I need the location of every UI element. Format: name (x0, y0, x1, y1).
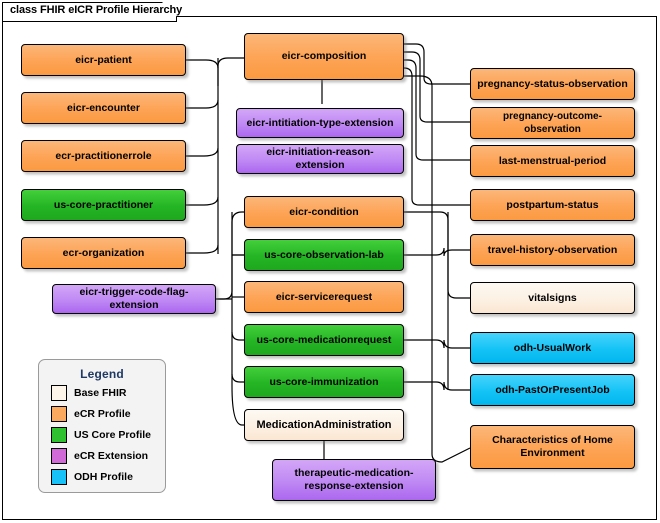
node-medicationadministration[interactable]: MedicationAdministration (244, 409, 404, 441)
node-label: ecr-organization (62, 246, 145, 259)
node-eicr-servicerequest[interactable]: eicr-servicerequest (244, 281, 404, 313)
legend-swatch-ecr-extension (51, 448, 67, 464)
node-characteristics-of-home-environment[interactable]: Characteristics of Home Environment (470, 425, 635, 469)
diagram-title: class FHIR eICR Profile Hierarchy (10, 4, 183, 16)
node-label: eicr-condition (289, 205, 359, 218)
node-label: pregnancy-status-observation (477, 77, 628, 90)
node-ecr-practitionerrole[interactable]: ecr-practitionerrole (21, 140, 186, 172)
legend-item-ecr-profile: eCR Profile (51, 405, 165, 423)
node-label: postpartum-status (506, 198, 599, 211)
node-travel-history-observation[interactable]: travel-history-observation (470, 234, 635, 266)
legend-item-odh-profile: ODH Profile (51, 468, 165, 486)
node-label: Characteristics of Home Environment (492, 434, 613, 459)
node-eicr-intitiation-type-extension[interactable]: eicr-intitiation-type-extension (236, 108, 404, 138)
node-label: travel-history-observation (487, 243, 618, 256)
legend-swatch-odh-profile (51, 469, 67, 485)
node-label: vitalsigns (528, 291, 577, 304)
node-label: MedicationAdministration (256, 418, 392, 431)
legend-title: Legend (80, 367, 124, 381)
node-pregnancy-status-observation[interactable]: pregnancy-status-observation (470, 68, 635, 100)
node-us-core-practitioner[interactable]: us-core-practitioner (21, 189, 186, 221)
legend-label: Base FHIR (74, 387, 127, 399)
node-postpartum-status[interactable]: postpartum-status (470, 189, 635, 221)
node-vitalsigns[interactable]: vitalsigns (470, 282, 635, 314)
node-label: last-menstrual-period (498, 154, 607, 167)
legend-label: eCR Profile (74, 408, 131, 420)
legend-label: US Core Profile (74, 429, 152, 441)
node-label: eicr-composition (281, 50, 367, 62)
legend-panel: Legend Base FHIR eCR Profile US Core Pro… (38, 359, 166, 493)
node-eicr-composition[interactable]: eicr-composition (244, 33, 404, 80)
legend-swatch-us-core-profile (51, 427, 67, 443)
node-label: eicr-patient (75, 53, 132, 66)
node-eicr-encounter[interactable]: eicr-encounter (21, 92, 186, 124)
node-label: pregnancy-outcome-observation (503, 111, 602, 135)
legend-item-us-core-profile: US Core Profile (51, 426, 165, 444)
legend-label: ODH Profile (74, 471, 133, 483)
node-label: us-core-immunization (269, 375, 379, 388)
node-eicr-condition[interactable]: eicr-condition (244, 196, 404, 228)
node-label: eicr-initiation-reason-extension (266, 146, 374, 171)
node-label: eicr-trigger-code-flag-extension (79, 286, 189, 311)
node-us-core-observation-lab[interactable]: us-core-observation-lab (244, 239, 404, 271)
node-odh-usualwork[interactable]: odh-UsualWork (470, 332, 635, 364)
node-pregnancy-outcome-observation[interactable]: pregnancy-outcome-observation (470, 107, 635, 139)
node-label: us-core-medicationrequest (256, 333, 392, 346)
node-eicr-initiation-reason-extension[interactable]: eicr-initiation-reason-extension (236, 144, 404, 174)
legend-item-ecr-extension: eCR Extension (51, 447, 165, 465)
node-ecr-organization[interactable]: ecr-organization (21, 237, 186, 269)
node-label: eicr-intitiation-type-extension (246, 116, 394, 129)
node-label: eicr-servicerequest (275, 290, 373, 303)
legend-item-base-fhir: Base FHIR (51, 384, 165, 402)
node-label: odh-UsualWork (513, 341, 592, 354)
legend-swatch-ecr-profile (51, 406, 67, 422)
node-therapeutic-medication-response-extension[interactable]: therapeutic-medication-response-extensio… (272, 459, 436, 501)
node-eicr-patient[interactable]: eicr-patient (21, 44, 186, 76)
node-label: us-core-practitioner (53, 198, 154, 211)
node-last-menstrual-period[interactable]: last-menstrual-period (470, 145, 635, 177)
node-eicr-trigger-code-flag-extension[interactable]: eicr-trigger-code-flag-extension (52, 284, 216, 314)
node-label: us-core-observation-lab (264, 248, 384, 261)
node-us-core-immunization[interactable]: us-core-immunization (244, 366, 404, 398)
node-label: ecr-practitionerrole (55, 149, 152, 162)
node-label: odh-PastOrPresentJob (495, 383, 610, 396)
diagram-canvas: class FHIR eICR Profile Hierarchy eicr-p… (0, 0, 660, 523)
node-odh-pastorpresentjob[interactable]: odh-PastOrPresentJob (470, 374, 635, 406)
node-label: therapeutic-medication-response-extensio… (294, 467, 414, 492)
node-us-core-medicationrequest[interactable]: us-core-medicationrequest (244, 324, 404, 356)
legend-label: eCR Extension (74, 450, 149, 462)
node-label: eicr-encounter (67, 101, 140, 114)
legend-swatch-base-fhir (51, 385, 67, 401)
